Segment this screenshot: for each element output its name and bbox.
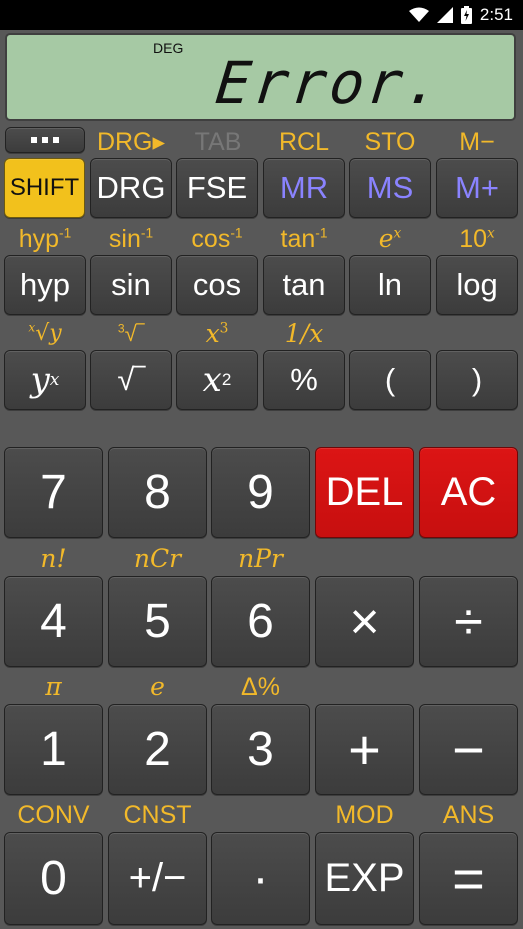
delete-button[interactable]: DEL bbox=[315, 447, 414, 538]
status-time: 2:51 bbox=[479, 5, 513, 24]
digit-4-button[interactable]: 4 bbox=[4, 576, 103, 667]
label-sin-inverse: sin-1 bbox=[108, 225, 154, 253]
fse-button[interactable]: FSE bbox=[176, 158, 258, 218]
label-e: e bbox=[150, 672, 165, 701]
label-delta-percent: Δ% bbox=[241, 673, 280, 701]
drg-button[interactable]: DRG bbox=[90, 158, 172, 218]
label-drg-arrow: DRG▸ bbox=[96, 128, 166, 156]
label-tan-inverse: tan-1 bbox=[280, 225, 328, 253]
y-power-x-button[interactable]: yx bbox=[4, 350, 86, 410]
shift-button[interactable]: SHIFT bbox=[4, 158, 85, 218]
menu-button[interactable] bbox=[5, 127, 85, 153]
label-conv: CONV bbox=[17, 801, 90, 829]
exp-button[interactable]: EXP bbox=[315, 832, 414, 925]
log-button[interactable]: log bbox=[436, 255, 518, 315]
label-xth-root-y: x√y bbox=[28, 320, 62, 346]
digit-5-button[interactable]: 5 bbox=[108, 576, 207, 667]
open-paren-button[interactable]: ( bbox=[349, 350, 431, 410]
label-reciprocal: 1/x bbox=[284, 319, 324, 348]
label-m-minus: M− bbox=[459, 128, 495, 156]
digit-3-button[interactable]: 3 bbox=[211, 704, 310, 795]
multiply-button[interactable]: × bbox=[315, 576, 414, 667]
label-tab: TAB bbox=[194, 128, 242, 156]
wifi-icon bbox=[408, 7, 429, 22]
label-cube-root: 3√‾ bbox=[117, 321, 145, 346]
digit-6-button[interactable]: 6 bbox=[211, 576, 310, 667]
sin-button[interactable]: sin bbox=[90, 255, 172, 315]
display-value: Error. bbox=[212, 49, 448, 117]
ms-button[interactable]: MS bbox=[349, 158, 431, 218]
tan-button[interactable]: tan bbox=[263, 255, 345, 315]
close-paren-button[interactable]: ) bbox=[436, 350, 518, 410]
divide-button[interactable]: ÷ bbox=[419, 576, 518, 667]
digit-9-button[interactable]: 9 bbox=[211, 447, 310, 538]
percent-button[interactable]: % bbox=[263, 350, 345, 410]
label-e-power-x: ex bbox=[378, 224, 402, 253]
ln-button[interactable]: ln bbox=[349, 255, 431, 315]
more-icon bbox=[31, 137, 59, 143]
plus-minus-button[interactable]: +/− bbox=[108, 832, 207, 925]
label-ans: ANS bbox=[442, 801, 495, 829]
digit-0-button[interactable]: 0 bbox=[4, 832, 103, 925]
digit-1-button[interactable]: 1 bbox=[4, 704, 103, 795]
angle-mode-indicator: DEG bbox=[153, 40, 184, 56]
decimal-point-button[interactable]: · bbox=[211, 832, 310, 925]
label-cnst: CNST bbox=[123, 801, 192, 829]
minus-button[interactable]: − bbox=[419, 704, 518, 795]
label-rcl: RCL bbox=[278, 128, 329, 156]
label-mod: MOD bbox=[335, 801, 394, 829]
label-npr: nPr bbox=[238, 544, 283, 573]
digit-8-button[interactable]: 8 bbox=[108, 447, 207, 538]
calculator-display: DEG Error. bbox=[5, 33, 516, 121]
label-pi: π bbox=[45, 672, 62, 701]
digit-2-button[interactable]: 2 bbox=[108, 704, 207, 795]
label-factorial: n! bbox=[40, 544, 67, 573]
square-root-button[interactable]: √‾ bbox=[90, 350, 172, 410]
label-sto: STO bbox=[364, 128, 416, 156]
label-cos-inverse: cos-1 bbox=[191, 225, 243, 253]
m-plus-button[interactable]: M+ bbox=[436, 158, 518, 218]
cos-button[interactable]: cos bbox=[176, 255, 258, 315]
digit-7-button[interactable]: 7 bbox=[4, 447, 103, 538]
label-x-cubed: x3 bbox=[205, 319, 229, 348]
label-ncr: nCr bbox=[133, 544, 182, 573]
label-ten-power-x: 10x bbox=[459, 225, 495, 253]
signal-icon bbox=[436, 7, 453, 23]
hyp-button[interactable]: hyp bbox=[4, 255, 86, 315]
battery-charging-icon bbox=[460, 6, 472, 24]
x-squared-button[interactable]: x2 bbox=[176, 350, 258, 410]
mr-button[interactable]: MR bbox=[263, 158, 345, 218]
label-hyp-inverse: hyp-1 bbox=[18, 225, 72, 253]
equals-button[interactable]: = bbox=[419, 832, 518, 925]
all-clear-button[interactable]: AC bbox=[419, 447, 518, 538]
plus-button[interactable]: + bbox=[315, 704, 414, 795]
status-bar: 2:51 bbox=[0, 0, 523, 30]
